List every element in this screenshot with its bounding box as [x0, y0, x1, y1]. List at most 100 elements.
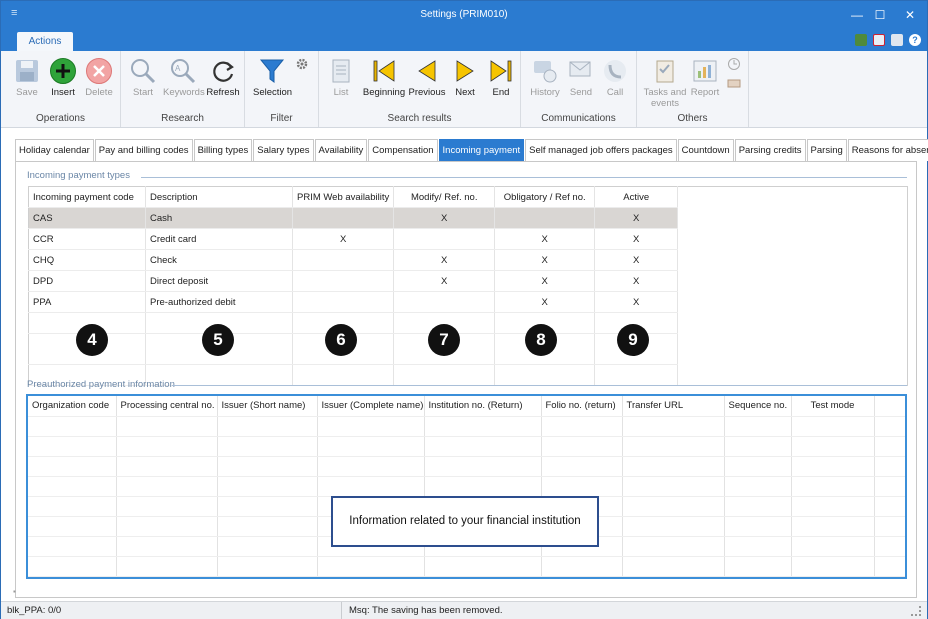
column-header[interactable]: Modify/ Ref. no. — [393, 186, 496, 208]
minimize-button[interactable]: — — [846, 5, 868, 25]
call-button[interactable]: Call — [595, 57, 635, 98]
cell-obligatory-ref[interactable]: X — [494, 228, 596, 250]
cell-obligatory-ref[interactable] — [494, 207, 596, 229]
cell-active[interactable]: X — [594, 249, 679, 271]
column-header[interactable]: Issuer (Complete name) — [317, 396, 425, 417]
history-button[interactable]: History — [525, 57, 565, 98]
cell-obligatory-ref[interactable]: X — [494, 291, 596, 313]
tab-parsing[interactable]: Parsing — [806, 139, 847, 161]
cell-description[interactable]: Credit card — [145, 228, 293, 250]
column-header[interactable]: Transfer URL — [622, 396, 725, 417]
resize-grip[interactable] — [911, 606, 921, 616]
column-header[interactable]: Issuer (Short name) — [217, 396, 318, 417]
tab-actions[interactable]: Actions — [17, 32, 73, 51]
calendar-icon[interactable] — [873, 34, 885, 46]
filter-icon — [259, 59, 285, 83]
column-header[interactable]: Obligatory / Ref no. — [494, 186, 596, 208]
tab-salary-types[interactable]: Salary types — [253, 139, 314, 161]
table-row-empty[interactable] — [28, 556, 905, 577]
list-button[interactable]: List — [321, 57, 361, 98]
tab-reasons-for-absence[interactable]: Reasons for absence — [847, 139, 928, 161]
help-icon[interactable]: ? — [909, 34, 921, 46]
previous-button[interactable]: Previous — [407, 57, 447, 98]
table-row[interactable]: CCR Credit card X X X — [28, 228, 908, 250]
cell-web-availability[interactable] — [292, 249, 395, 271]
table-row-empty[interactable] — [28, 416, 905, 437]
selection-button[interactable]: Selection — [253, 57, 292, 98]
tab-self-managed-job-offers[interactable]: Self managed job offers packages — [525, 139, 677, 161]
cell-description[interactable]: Pre-authorized debit — [145, 291, 293, 313]
table-row-empty[interactable] — [28, 333, 908, 365]
tab-compensation[interactable]: Compensation — [368, 139, 438, 161]
table-row-empty[interactable] — [28, 576, 905, 577]
column-header[interactable]: Test mode — [791, 396, 875, 417]
end-button[interactable]: End — [481, 57, 521, 98]
inbox-icon[interactable] — [727, 75, 741, 89]
beginning-button[interactable]: Beginning — [361, 57, 407, 98]
tab-availability[interactable]: Availability — [314, 139, 368, 161]
tab-billing-types[interactable]: Billing types — [193, 139, 253, 161]
cell-web-availability[interactable] — [292, 270, 395, 292]
tab-holiday-calendar[interactable]: Holiday calendar — [15, 139, 94, 161]
close-button[interactable]: ✕ — [899, 5, 921, 25]
refresh-button[interactable]: Refresh — [203, 57, 243, 98]
column-header[interactable]: Sequence no. — [724, 396, 792, 417]
column-header[interactable]: PRIM Web availability — [292, 186, 395, 208]
tasks-events-button[interactable]: Tasks and events — [641, 57, 689, 109]
column-header[interactable]: Incoming payment code — [28, 186, 146, 208]
cell-modify-ref[interactable] — [393, 291, 496, 313]
keywords-button[interactable]: A Keywords — [163, 57, 205, 98]
column-header[interactable]: Description — [145, 186, 293, 208]
cell-active[interactable]: X — [594, 291, 679, 313]
cell-obligatory-ref[interactable]: X — [494, 270, 596, 292]
delete-button[interactable]: Delete — [79, 57, 119, 98]
column-header[interactable]: Processing central no. — [116, 396, 218, 417]
table-row-empty[interactable] — [28, 312, 908, 334]
cell-active[interactable]: X — [594, 207, 679, 229]
cell-web-availability[interactable] — [292, 207, 395, 229]
tab-countdown[interactable]: Countdown — [677, 139, 734, 161]
cell-modify-ref[interactable]: X — [393, 249, 496, 271]
maximize-button[interactable]: ☐ — [869, 5, 891, 25]
cell-code[interactable]: CHQ — [28, 249, 146, 271]
column-header[interactable]: Folio no. (return) — [541, 396, 623, 417]
table-row[interactable]: PPA Pre-authorized debit X X — [28, 291, 908, 313]
cell-modify-ref[interactable]: X — [393, 207, 496, 229]
cell-active[interactable]: X — [594, 228, 679, 250]
cell-code[interactable]: CCR — [28, 228, 146, 250]
gear-icon[interactable] — [295, 57, 309, 71]
cell-code[interactable]: CAS — [28, 207, 146, 229]
cell-active[interactable]: X — [594, 270, 679, 292]
tab-pay-billing-codes[interactable]: Pay and billing codes — [94, 139, 193, 161]
print-icon[interactable] — [891, 34, 903, 46]
tab-parsing-credits[interactable]: Parsing credits — [734, 139, 806, 161]
column-header[interactable]: Institution no. (Return) — [424, 396, 542, 417]
column-header[interactable]: Active — [594, 186, 679, 208]
cell-web-availability[interactable] — [292, 291, 395, 313]
start-button[interactable]: Start — [123, 57, 163, 98]
next-button[interactable]: Next — [445, 57, 485, 98]
clock-icon[interactable] — [727, 57, 741, 71]
table-row[interactable]: DPD Direct deposit X X X — [28, 270, 908, 292]
cell-description[interactable]: Check — [145, 249, 293, 271]
tab-incoming-payment[interactable]: Incoming payment — [438, 139, 525, 161]
table-row-empty[interactable] — [28, 476, 905, 497]
table-row[interactable]: CAS Cash X X — [28, 207, 908, 229]
table-row-empty[interactable] — [28, 456, 905, 477]
cell-modify-ref[interactable]: X — [393, 270, 496, 292]
table-row-empty[interactable] — [28, 436, 905, 457]
save-button[interactable]: Save — [7, 57, 47, 98]
cell-description[interactable]: Direct deposit — [145, 270, 293, 292]
cell-modify-ref[interactable] — [393, 228, 496, 250]
marker-badge: 8 — [525, 324, 557, 356]
table-row[interactable]: CHQ Check X X X — [28, 249, 908, 271]
insert-button[interactable]: Insert — [43, 57, 83, 98]
cell-obligatory-ref[interactable]: X — [494, 249, 596, 271]
cell-web-availability[interactable]: X — [292, 228, 395, 250]
column-header[interactable]: Organization code — [28, 396, 117, 417]
cell-code[interactable]: PPA — [28, 291, 146, 313]
cell-description[interactable]: Cash — [145, 207, 293, 229]
cell-code[interactable]: DPD — [28, 270, 146, 292]
report-button[interactable]: Report — [685, 57, 725, 98]
calculator-icon[interactable] — [855, 34, 867, 46]
